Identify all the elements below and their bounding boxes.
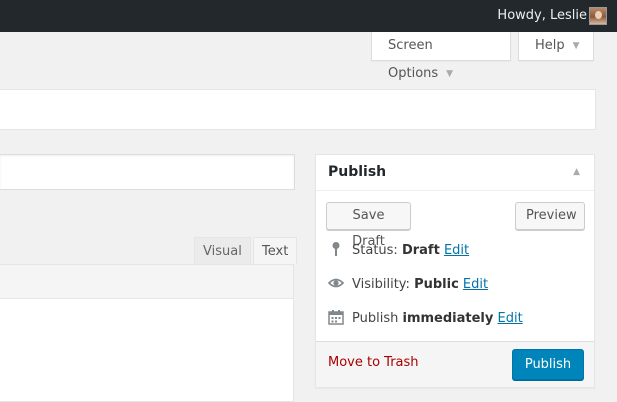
help-label: Help bbox=[535, 38, 565, 53]
caret-down-icon: ▼ bbox=[572, 41, 580, 51]
preview-button[interactable]: Preview bbox=[515, 202, 585, 230]
publish-button[interactable]: Publish bbox=[512, 349, 584, 380]
eye-icon bbox=[327, 275, 345, 291]
edit-schedule-link[interactable]: Edit bbox=[498, 311, 523, 326]
edit-visibility-link[interactable]: Edit bbox=[463, 277, 488, 292]
save-draft-button[interactable]: Save Draft bbox=[326, 202, 411, 249]
howdy-greeting[interactable]: Howdy, Leslie bbox=[497, 0, 587, 32]
publish-box-title: Publish bbox=[328, 164, 387, 180]
publish-box-footer: Move to Trash Publish bbox=[316, 341, 594, 387]
visibility-label: Visibility: bbox=[352, 277, 410, 292]
calendar-icon bbox=[328, 309, 344, 325]
help-button[interactable]: Help ▼ bbox=[518, 32, 594, 61]
visibility-row: Visibility: Public Edit bbox=[327, 275, 488, 295]
editor-toolbar bbox=[0, 264, 294, 299]
tab-text[interactable]: Text bbox=[253, 237, 298, 264]
notice-strip bbox=[0, 89, 596, 130]
post-title-input[interactable] bbox=[0, 154, 295, 190]
screen-options-button[interactable]: Screen Options ▼ bbox=[371, 32, 511, 81]
post-status-row: Status: Draft Edit bbox=[328, 241, 469, 261]
admin-bar: Howdy, Leslie bbox=[0, 0, 617, 32]
collapse-arrow-icon[interactable]: ▲ bbox=[573, 167, 580, 177]
status-label: Status: bbox=[352, 243, 398, 258]
schedule-label: Publish bbox=[352, 311, 399, 326]
visibility-value: Public bbox=[414, 277, 459, 292]
avatar[interactable] bbox=[589, 7, 607, 25]
status-value: Draft bbox=[401, 243, 440, 258]
post-content-editor[interactable] bbox=[0, 299, 294, 402]
edit-status-link[interactable]: Edit bbox=[444, 243, 469, 258]
move-to-trash-link[interactable]: Move to Trash bbox=[328, 355, 419, 370]
screen-options-label: Screen Options bbox=[388, 38, 439, 81]
publish-box: Publish ▲ Save Draft Preview Status: Dra… bbox=[315, 154, 595, 388]
tab-visual[interactable]: Visual bbox=[194, 237, 251, 264]
schedule-value: immediately bbox=[402, 311, 494, 326]
publish-schedule-row: Publish immediately Edit bbox=[328, 309, 523, 329]
pin-icon bbox=[328, 241, 344, 257]
publish-box-header: Publish ▲ bbox=[316, 155, 594, 191]
caret-down-icon: ▼ bbox=[446, 69, 454, 79]
